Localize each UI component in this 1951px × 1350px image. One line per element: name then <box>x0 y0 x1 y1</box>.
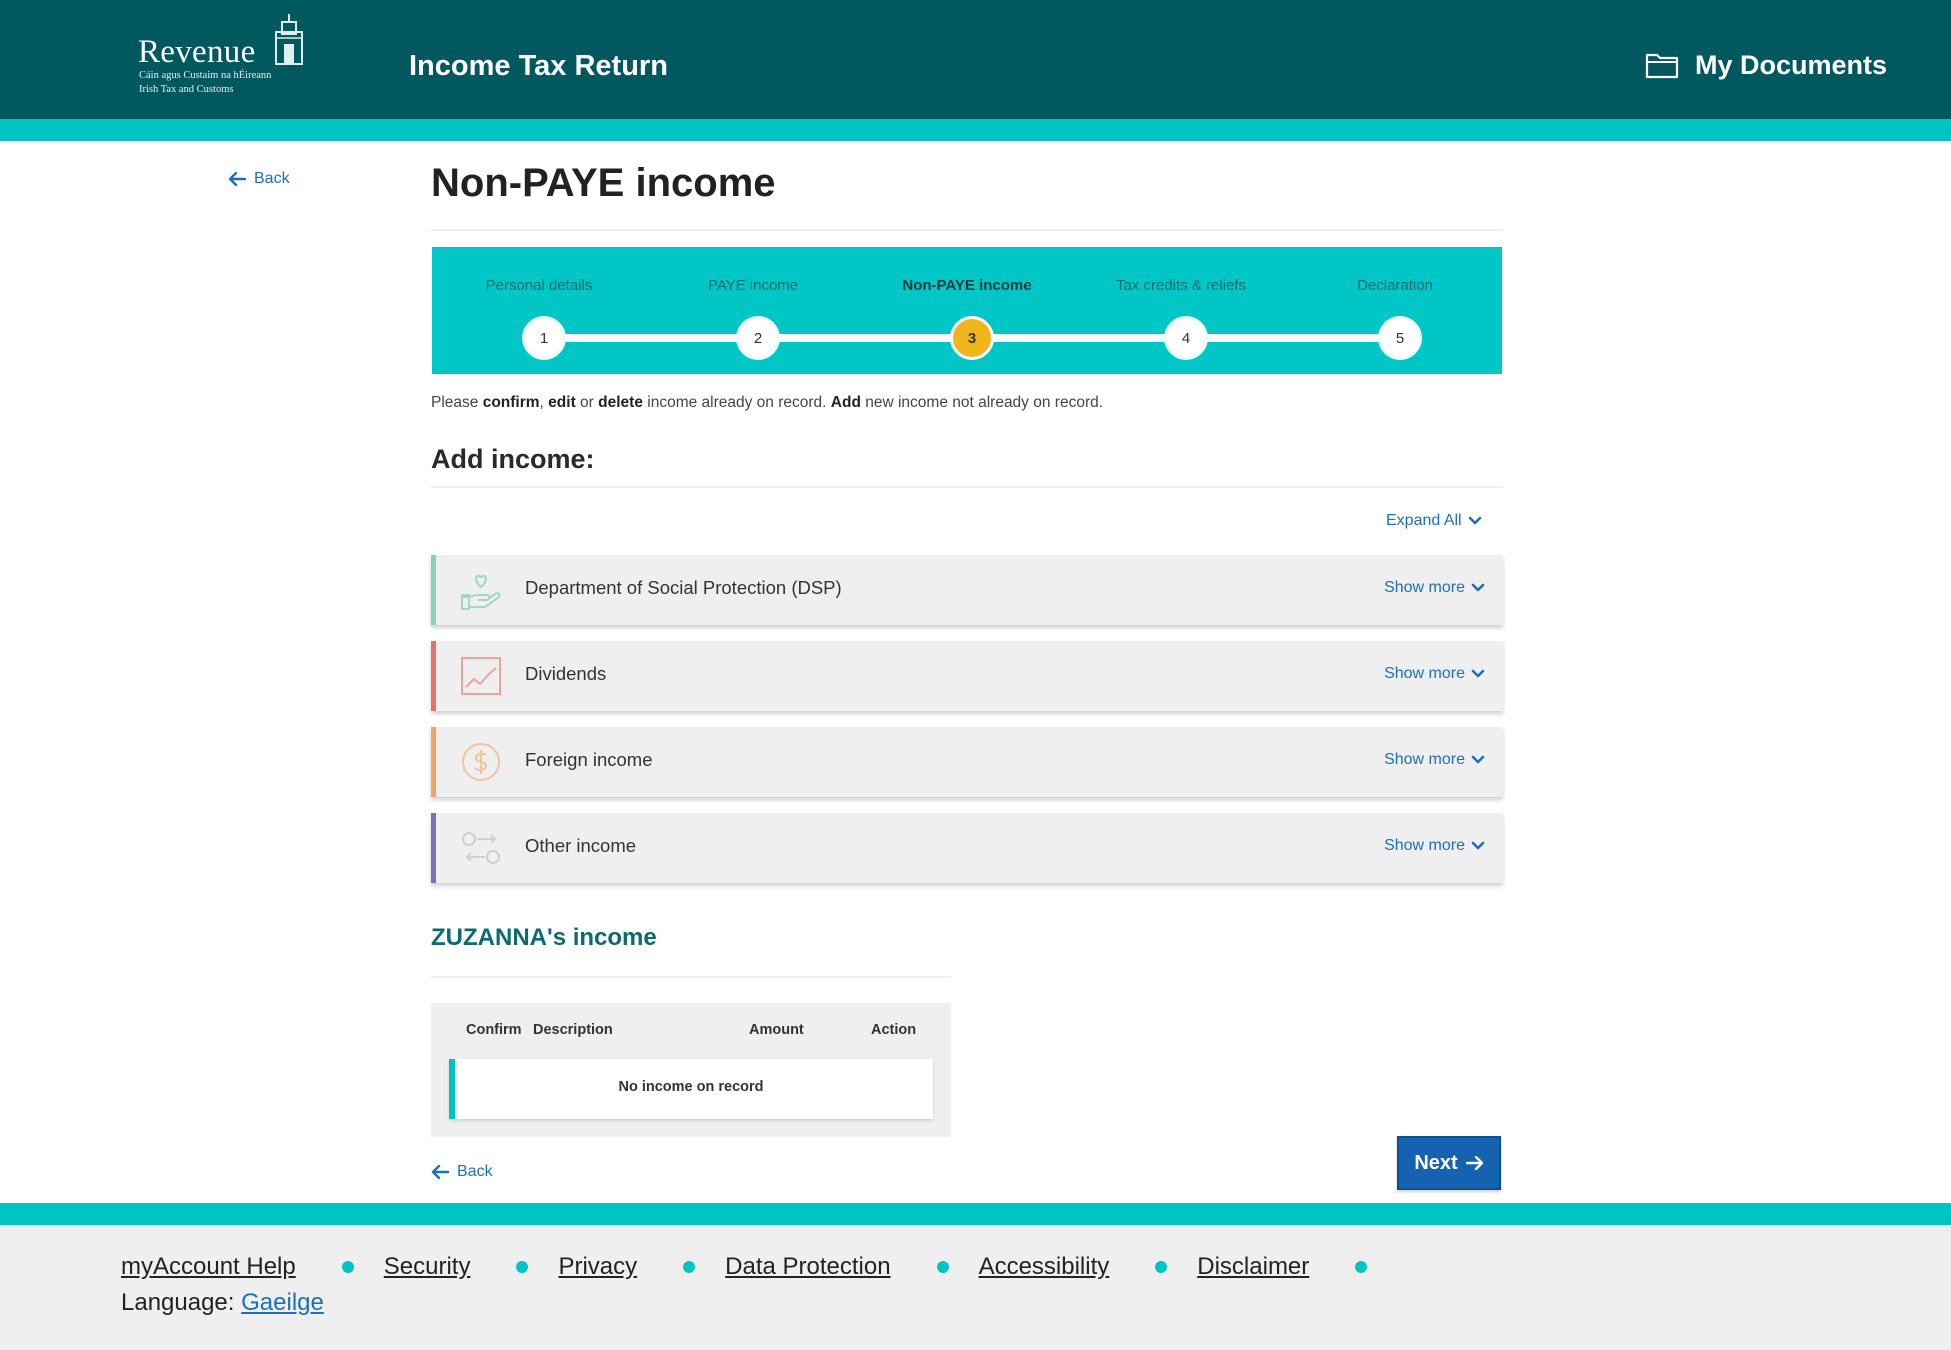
show-more-label: Show more <box>1384 837 1465 854</box>
revenue-logo[interactable]: Revenue Cáin agus Custaim na hÉireann Ir… <box>138 14 318 104</box>
step-label-non-paye-income: Non-PAYE income <box>902 277 1032 294</box>
back-label: Back <box>254 170 290 187</box>
add-income-heading: Add income: <box>431 444 595 474</box>
site-header: Revenue Cáin agus Custaim na hÉireann Ir… <box>0 0 1951 119</box>
separator-dot <box>683 1261 696 1273</box>
step-marker-5: 5 <box>1378 316 1422 360</box>
chevron-down-icon <box>1471 583 1485 592</box>
footer-link-disclaimer[interactable]: Disclaimer <box>1197 1253 1309 1281</box>
footer-link-security[interactable]: Security <box>384 1253 471 1281</box>
expand-all-link[interactable]: Expand All <box>1386 512 1482 530</box>
next-button[interactable]: Next <box>1397 1136 1501 1190</box>
step-label-declaration: Declaration <box>1357 277 1433 294</box>
arrow-right-icon <box>1465 1156 1483 1170</box>
dollar-coin-icon <box>462 743 500 781</box>
my-documents-label: My Documents <box>1695 49 1888 80</box>
separator-dot <box>936 1261 949 1273</box>
chevron-down-icon <box>1468 516 1481 525</box>
show-more-toggle[interactable]: Show more <box>1384 665 1485 683</box>
card-label: Dividends <box>525 663 607 684</box>
show-more-label: Show more <box>1384 579 1465 596</box>
separator-dot <box>516 1261 529 1273</box>
separator-dot <box>1355 1261 1368 1273</box>
person-income-heading: ZUZANNA's income <box>431 924 657 951</box>
folder-icon <box>1645 53 1679 79</box>
show-more-label: Show more <box>1384 751 1465 768</box>
harp-building-icon <box>275 14 303 65</box>
table-row-empty: No income on record <box>449 1059 933 1119</box>
show-more-toggle[interactable]: Show more <box>1384 751 1485 769</box>
step-marker-2: 2 <box>736 316 780 360</box>
card-label: Other income <box>525 835 637 856</box>
card-label: Foreign income <box>525 749 653 770</box>
step-marker-3-current: 3 <box>950 316 994 360</box>
logo-subtitle-irish: Cáin agus Custaim na hÉireann <box>139 70 272 81</box>
next-label: Next <box>1414 1151 1458 1174</box>
chevron-down-icon <box>1471 841 1485 850</box>
chart-line-icon <box>461 657 501 695</box>
my-documents-link[interactable]: My Documents <box>1645 45 1887 85</box>
footer-links: myAccount Help Security Privacy Data Pro… <box>121 1253 1397 1281</box>
step-marker-1: 1 <box>522 316 566 360</box>
show-more-toggle[interactable]: Show more <box>1384 837 1485 855</box>
language-label: Language: <box>121 1289 235 1316</box>
instructions-text: Please confirm, edit or delete income al… <box>431 394 1104 411</box>
arrow-left-icon <box>228 172 246 186</box>
step-label-paye-income: PAYE income <box>707 277 799 294</box>
site-footer: myAccount Help Security Privacy Data Pro… <box>0 1225 1951 1350</box>
divider <box>431 976 951 978</box>
footer-link-accessibility[interactable]: Accessibility <box>979 1253 1110 1281</box>
card-label: Department of Social Protection (DSP) <box>525 577 842 598</box>
income-category-dividends[interactable]: Dividends Show more <box>431 641 1503 711</box>
card-accent-bar <box>431 727 436 797</box>
income-table: Confirm Description Amount Action No inc… <box>431 1003 951 1137</box>
footer-link-privacy[interactable]: Privacy <box>558 1253 637 1281</box>
footer-link-data-protection[interactable]: Data Protection <box>725 1253 890 1281</box>
separator-dot <box>341 1261 354 1273</box>
divider <box>431 229 1503 231</box>
step-label-tax-credits-reliefs: Tax credits & reliefs <box>1115 277 1247 294</box>
card-accent-bar <box>431 813 436 883</box>
show-more-label: Show more <box>1384 665 1465 682</box>
back-link-bottom[interactable]: Back <box>431 1163 493 1181</box>
exchange-icon <box>462 832 500 864</box>
card-accent-bar <box>431 555 436 625</box>
separator-dot <box>1155 1261 1168 1273</box>
step-label-personal-details: Personal details <box>485 277 593 294</box>
column-header-action: Action <box>871 1022 917 1038</box>
language-link-gaeilge[interactable]: Gaeilge <box>241 1289 324 1316</box>
header-accent-stripe <box>0 119 1951 141</box>
footer-accent-stripe <box>0 1203 1951 1225</box>
back-label: Back <box>457 1163 493 1180</box>
income-category-other[interactable]: Other income Show more <box>431 813 1503 883</box>
show-more-toggle[interactable]: Show more <box>1384 579 1485 597</box>
arrow-left-icon <box>431 1165 449 1179</box>
expand-all-label: Expand All <box>1386 512 1462 529</box>
column-header-description: Description <box>533 1022 613 1038</box>
column-header-confirm: Confirm <box>466 1022 522 1038</box>
empty-message: No income on record <box>618 1079 764 1095</box>
income-category-dsp[interactable]: Department of Social Protection (DSP) Sh… <box>431 555 1503 625</box>
footer-link-myaccount-help[interactable]: myAccount Help <box>121 1253 296 1281</box>
logo-wordmark: Revenue <box>138 34 256 70</box>
chevron-down-icon <box>1471 669 1485 678</box>
language-selector: Language: Gaeilge <box>121 1289 324 1317</box>
back-link-top[interactable]: Back <box>228 170 290 188</box>
chevron-down-icon <box>1471 755 1485 764</box>
income-category-foreign[interactable]: Foreign income Show more <box>431 727 1503 797</box>
progress-stepper: Personal details PAYE income Non-PAYE in… <box>432 247 1502 374</box>
column-header-amount: Amount <box>749 1022 804 1038</box>
card-accent-bar <box>431 641 436 711</box>
hand-heart-icon <box>461 574 501 610</box>
app-title: Income Tax Return <box>409 50 668 82</box>
divider <box>431 486 1503 488</box>
step-marker-4: 4 <box>1164 316 1208 360</box>
page-title: Non-PAYE income <box>431 161 776 205</box>
logo-subtitle-english: Irish Tax and Customs <box>139 84 234 95</box>
